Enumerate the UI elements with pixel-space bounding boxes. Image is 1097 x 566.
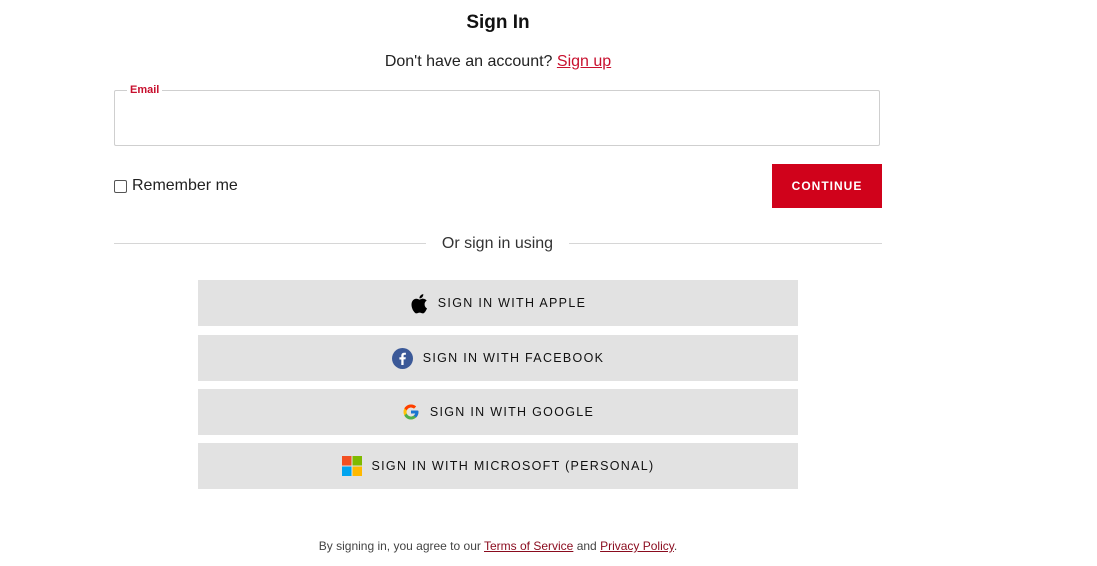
sign-in-facebook-button[interactable]: SIGN IN WITH FACEBOOK	[198, 335, 798, 381]
email-input[interactable]	[122, 100, 876, 142]
legal-prefix: By signing in, you agree to our	[318, 539, 481, 553]
email-label: Email	[127, 84, 163, 96]
remember-me[interactable]: Remember me	[114, 177, 238, 195]
signup-link[interactable]: Sign up	[557, 53, 611, 70]
sign-in-microsoft-label: SIGN IN WITH MICROSOFT (PERSONAL)	[371, 459, 655, 473]
remember-label[interactable]: Remember me	[132, 177, 238, 195]
facebook-icon	[391, 347, 413, 369]
sign-in-microsoft-button[interactable]: SIGN IN WITH MICROSOFT (PERSONAL)	[198, 443, 798, 489]
remember-checkbox[interactable]	[114, 179, 127, 193]
legal-and: and	[576, 539, 597, 553]
terms-link[interactable]: Terms of Service	[484, 539, 573, 553]
sign-in-facebook-label: SIGN IN WITH FACEBOOK	[422, 351, 605, 365]
sign-in-page: Sign In Don't have an account? Sign up E…	[0, 0, 1097, 566]
apple-icon	[410, 293, 428, 314]
privacy-link[interactable]: Privacy Policy	[600, 539, 674, 553]
sign-in-apple-button[interactable]: SIGN IN WITH APPLE	[198, 280, 798, 326]
signup-prompt: Don't have an account? Sign up	[0, 53, 996, 71]
divider-line-left	[114, 243, 426, 244]
legal-suffix: .	[673, 539, 678, 553]
continue-button[interactable]: CONTINUE	[772, 164, 882, 208]
sign-in-google-label: SIGN IN WITH GOOGLE	[429, 405, 595, 419]
divider-text: Or sign in using	[441, 235, 554, 252]
google-icon	[402, 403, 420, 421]
sign-in-apple-label: SIGN IN WITH APPLE	[437, 296, 587, 310]
legal-notice: By signing in, you agree to our Terms of…	[0, 539, 996, 553]
page-title: Sign In	[466, 12, 530, 33]
sign-in-google-button[interactable]: SIGN IN WITH GOOGLE	[198, 389, 798, 435]
no-account-text: Don't have an account?	[384, 53, 553, 70]
microsoft-icon	[341, 456, 362, 476]
divider-line-right	[569, 243, 882, 244]
